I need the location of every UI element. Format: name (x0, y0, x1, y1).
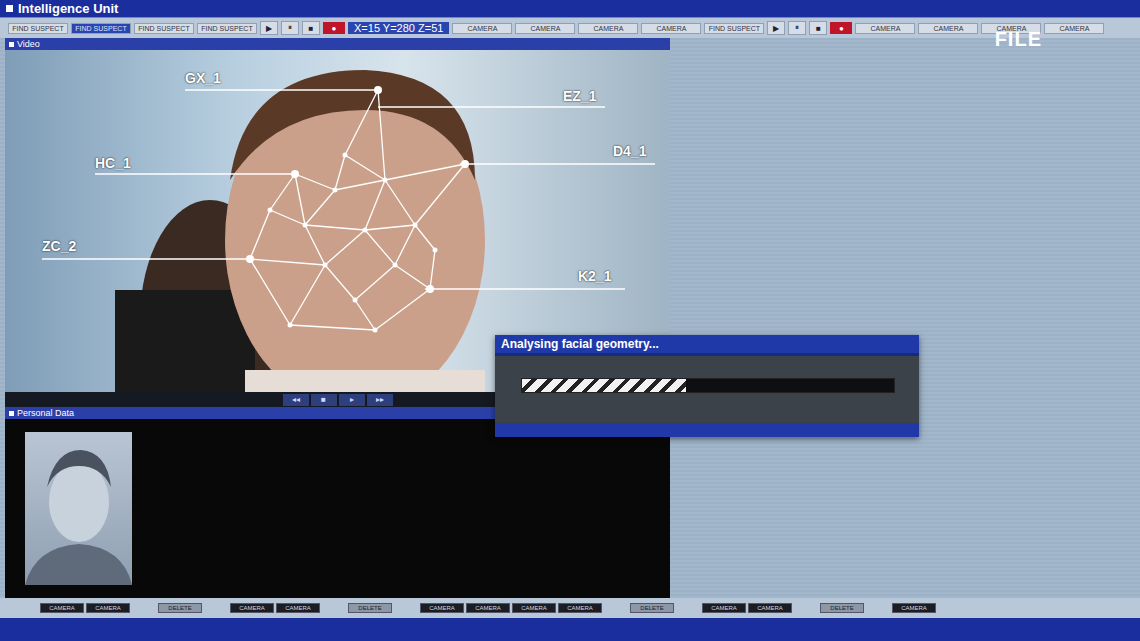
window-title: Intelligence Unit (18, 1, 118, 16)
left-column: VideoGX_1EZ_1HC_1D4_1ZC_2K2_1◂◂■▸▸▸Perso… (0, 38, 670, 598)
toolbar-button[interactable]: ▶ (260, 21, 278, 35)
toolbar-button[interactable]: CAMERA (641, 23, 701, 34)
point-label: D4_1 (613, 143, 646, 159)
toolbar-button[interactable]: CAMERA (1044, 23, 1104, 34)
toolbar-button[interactable]: CAMERA (452, 23, 512, 34)
delete-button[interactable]: DELETE (820, 603, 864, 613)
toolbar-button[interactable]: ⏸ (788, 21, 806, 35)
toolbar-button[interactable]: ● (830, 22, 852, 34)
video-header: Video (5, 38, 670, 50)
progress-track (521, 378, 895, 393)
panel-icon (9, 42, 14, 47)
window-icon (6, 5, 13, 12)
playback-button[interactable]: ▸ (339, 394, 365, 406)
camera-button[interactable]: CAMERA (892, 603, 936, 613)
dialog-body (495, 356, 919, 423)
point-label: GX_1 (185, 70, 221, 86)
point-label: HC_1 (95, 155, 131, 171)
coordinates-readout: X=15 Y=280 Z=51 (348, 22, 449, 34)
toolbar-button[interactable]: ⏸ (281, 21, 299, 35)
toolbar-button[interactable]: CAMERA (855, 23, 915, 34)
toolbar-button[interactable]: FIND SUSPECT (197, 23, 257, 34)
toolbar-button[interactable]: FIND SUSPECT (71, 23, 131, 34)
file-badge: FILE (995, 28, 1042, 51)
toolbar-button[interactable]: ▶ (767, 21, 785, 35)
panel-icon (9, 411, 14, 416)
toolbar-button[interactable]: CAMERA (918, 23, 978, 34)
camera-button[interactable]: CAMERA (276, 603, 320, 613)
delete-button[interactable]: DELETE (158, 603, 202, 613)
personal-data-title: Personal Data (17, 408, 74, 418)
video-title: Video (17, 39, 40, 49)
camera-button[interactable]: CAMERA (466, 603, 510, 613)
camera-button[interactable]: CAMERA (558, 603, 602, 613)
progress-dialog: Analysing facial geometry... (495, 335, 919, 437)
playback-button[interactable]: ◂◂ (283, 394, 309, 406)
camera-button[interactable]: CAMERA (230, 603, 274, 613)
bottom-toolbar: CAMERACAMERADELETECAMERACAMERADELETECAME… (0, 598, 1140, 618)
title-bar: Intelligence Unit (0, 0, 1140, 18)
playback-button[interactable]: ▸▸ (367, 394, 393, 406)
toolbar-button[interactable]: ● (323, 22, 345, 34)
suspect-photo (25, 432, 132, 585)
toolbar-button[interactable]: CAMERA (578, 23, 638, 34)
personal-data-panel (5, 419, 670, 598)
camera-button[interactable]: CAMERA (40, 603, 84, 613)
status-bar (0, 618, 1140, 641)
point-label: K2_1 (578, 268, 611, 284)
camera-button[interactable]: CAMERA (512, 603, 556, 613)
toolbar-button[interactable]: FIND SUSPECT (704, 23, 764, 34)
app-window: Intelligence UnitFIND SUSPECTFIND SUSPEC… (0, 0, 1140, 641)
point-label: ZC_2 (42, 238, 76, 254)
toolbar-button[interactable]: ■ (809, 21, 827, 35)
progress-fill (522, 379, 686, 392)
camera-button[interactable]: CAMERA (748, 603, 792, 613)
empty-panel (670, 38, 1140, 598)
camera-button[interactable]: CAMERA (86, 603, 130, 613)
toolbar-button[interactable]: CAMERA (515, 23, 575, 34)
toolbar-button[interactable]: ■ (302, 21, 320, 35)
toolbar-button[interactable]: FIND SUSPECT (8, 23, 68, 34)
delete-button[interactable]: DELETE (348, 603, 392, 613)
delete-button[interactable]: DELETE (630, 603, 674, 613)
dialog-title: Analysing facial geometry... (495, 335, 919, 356)
toolbar-button[interactable]: FIND SUSPECT (134, 23, 194, 34)
camera-button[interactable]: CAMERA (420, 603, 464, 613)
point-label: EZ_1 (563, 88, 596, 104)
toolbar: FIND SUSPECTFIND SUSPECTFIND SUSPECTFIND… (0, 18, 1140, 38)
dialog-footer (495, 423, 919, 437)
workspace: VideoGX_1EZ_1HC_1D4_1ZC_2K2_1◂◂■▸▸▸Perso… (0, 38, 1140, 598)
camera-button[interactable]: CAMERA (702, 603, 746, 613)
playback-button[interactable]: ■ (311, 394, 337, 406)
